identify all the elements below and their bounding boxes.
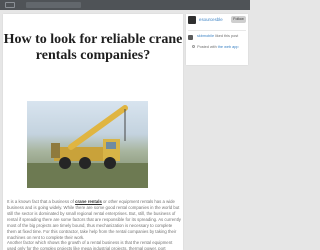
crane-illustration	[27, 105, 148, 188]
paragraph-1-prefix: It is a known fact that a business of	[7, 199, 76, 204]
activity-user-link[interactable]: skbmobile	[197, 34, 214, 38]
clock-icon	[192, 45, 195, 49]
article-paragraph-1: It is a known fact that a business of cr…	[7, 199, 181, 241]
article-title: How to look for reliable crane rentals c…	[3, 32, 183, 63]
follow-button[interactable]: Follow	[231, 16, 246, 23]
wheel-2	[79, 157, 91, 169]
top-navigation-bar	[0, 0, 250, 10]
posted-prefix: Posted with	[197, 45, 217, 49]
activity-text: liked this post	[215, 34, 239, 38]
wheel-3	[104, 157, 116, 169]
web-app-link[interactable]: the web app	[218, 45, 239, 49]
search-input[interactable]	[26, 2, 81, 8]
paragraph-1-text: or other equipment rentals has a wide bu…	[7, 199, 181, 240]
cab-window	[106, 142, 116, 149]
activity-avatar[interactable]	[188, 35, 193, 40]
article-card: How to look for reliable crane rentals c…	[3, 14, 183, 250]
user-avatar[interactable]	[188, 16, 196, 24]
crane-rentals-link[interactable]: crane rentals	[75, 199, 102, 204]
wheel-1	[59, 157, 71, 169]
counterweight	[51, 143, 60, 158]
menu-icon[interactable]	[5, 2, 15, 8]
activity-line: skbmobile liked this post	[197, 34, 238, 39]
article-paragraph-2: Another factor which shows the growth of…	[7, 240, 173, 250]
crane-photo	[27, 101, 148, 188]
post-sidebar-card: esourcesble Follow skbmobile liked this …	[186, 14, 248, 65]
sidebar-divider	[188, 30, 246, 31]
username-link[interactable]: esourcesble	[199, 17, 223, 22]
posted-with-line: Posted with the web app	[192, 45, 238, 50]
